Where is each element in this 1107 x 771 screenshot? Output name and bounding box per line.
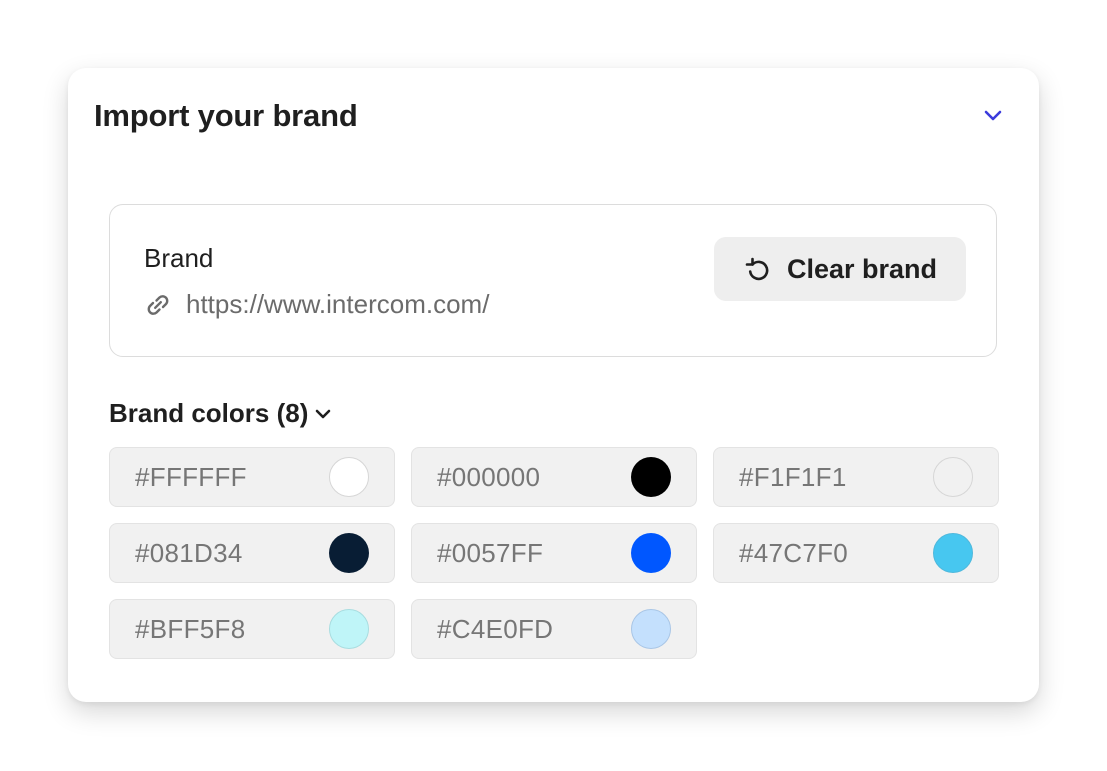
color-hex-label: #F1F1F1 — [739, 462, 847, 492]
color-swatch[interactable]: #C4E0FD — [411, 599, 697, 659]
chevron-down-icon — [316, 409, 331, 418]
brand-label: Brand — [144, 243, 214, 273]
color-hex-label: #081D34 — [135, 538, 243, 568]
color-swatch[interactable]: #0057FF — [411, 523, 697, 583]
color-swatch[interactable]: #F1F1F1 — [713, 447, 999, 507]
color-swatch[interactable]: #BFF5F8 — [109, 599, 395, 659]
brand-colors-grid: #FFFFFF #000000 #F1F1F1 #081D34 #0057FF #47C7… — [109, 447, 999, 659]
color-dot — [933, 533, 973, 573]
color-dot — [631, 609, 671, 649]
panel-collapse-button[interactable] — [980, 102, 1006, 128]
color-dot — [631, 457, 671, 497]
color-dot — [933, 457, 973, 497]
brand-url-link[interactable]: https://www.intercom.com/ — [186, 289, 489, 320]
clear-brand-button[interactable]: Clear brand — [714, 237, 966, 301]
color-hex-label: #FFFFFF — [135, 462, 247, 492]
brand-colors-title: Brand colors (8) — [109, 398, 309, 428]
chevron-down-icon — [984, 110, 1002, 121]
color-dot — [329, 457, 369, 497]
color-swatch[interactable]: #FFFFFF — [109, 447, 395, 507]
panel-title: Import your brand — [94, 98, 358, 133]
brand-info-box: Brand https://www.intercom.com/ Clear br… — [109, 204, 997, 357]
color-hex-label: #000000 — [437, 462, 541, 492]
color-hex-label: #BFF5F8 — [135, 614, 246, 644]
color-swatch[interactable]: #000000 — [411, 447, 697, 507]
color-dot — [329, 533, 369, 573]
import-brand-panel: Import your brand Brand https://www.inte… — [68, 68, 1039, 702]
color-hex-label: #0057FF — [437, 538, 544, 568]
link-icon — [147, 294, 169, 315]
color-hex-label: #C4E0FD — [437, 614, 554, 644]
brand-url-row: https://www.intercom.com/ — [144, 289, 489, 320]
reset-icon — [745, 257, 769, 281]
color-hex-label: #47C7F0 — [739, 538, 849, 568]
color-swatch[interactable]: #47C7F0 — [713, 523, 999, 583]
color-dot — [329, 609, 369, 649]
color-dot — [631, 533, 671, 573]
clear-brand-label: Clear brand — [786, 253, 938, 284]
color-swatch[interactable]: #081D34 — [109, 523, 395, 583]
brand-colors-toggle[interactable]: Brand colors (8) — [109, 398, 334, 429]
